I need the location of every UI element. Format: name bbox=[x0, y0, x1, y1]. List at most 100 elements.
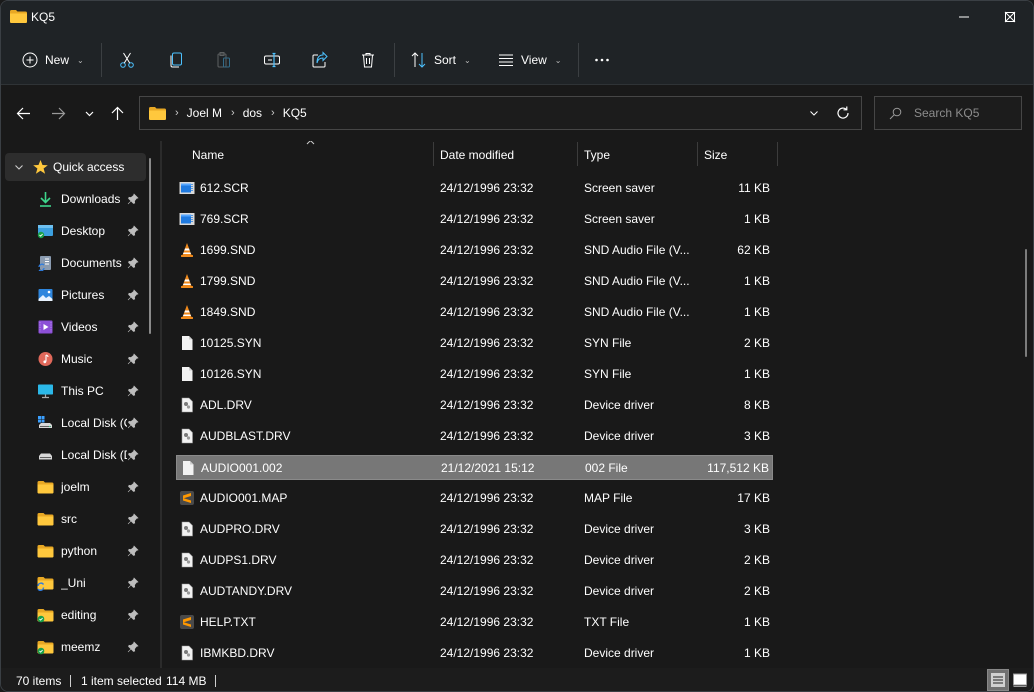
driver-file-icon bbox=[179, 521, 195, 537]
chevron-down-icon: ⌄ bbox=[554, 55, 562, 65]
sort-button[interactable]: Sort ⌄ bbox=[410, 46, 471, 74]
paste-button[interactable] bbox=[215, 46, 233, 74]
folder-icon bbox=[37, 513, 54, 526]
large-icons-view-button[interactable] bbox=[1009, 669, 1031, 691]
pin-icon[interactable] bbox=[127, 225, 139, 237]
pin-icon[interactable] bbox=[127, 193, 139, 205]
file-row[interactable]: 1699.SND 24/12/1996 23:32 SND Audio File (… bbox=[176, 238, 773, 263]
sidebar-item-label: python bbox=[61, 544, 98, 558]
sidebar-item-downloads[interactable]: Downloads bbox=[5, 185, 146, 213]
sidebar-scrollbar[interactable] bbox=[149, 158, 151, 334]
pin-icon[interactable] bbox=[127, 321, 139, 333]
sidebar-item-python[interactable]: python bbox=[5, 537, 146, 565]
pictures-icon bbox=[38, 289, 53, 301]
sidebar-item-pictures[interactable]: Pictures bbox=[5, 281, 146, 309]
minimize-button[interactable] bbox=[941, 1, 987, 33]
rename-button[interactable] bbox=[263, 46, 281, 74]
up-button[interactable] bbox=[106, 102, 128, 124]
file-row[interactable]: AUDIO001.MAP 24/12/1996 23:32 MAP File 17 K… bbox=[176, 486, 773, 511]
file-row[interactable]: 1799.SND 24/12/1996 23:32 SND Audio File (… bbox=[176, 269, 773, 294]
details-view-button[interactable] bbox=[987, 669, 1009, 691]
sidebar-item-local-disk-d[interactable]: Local Disk (D:) bbox=[5, 441, 146, 469]
breadcrumb-separator-icon[interactable]: › bbox=[231, 107, 235, 119]
column-header-type[interactable]: Type bbox=[578, 141, 697, 167]
file-size: 1 KB bbox=[743, 615, 770, 629]
recent-locations-button[interactable] bbox=[78, 102, 100, 124]
address-bar[interactable]: › Joel M › dos › KQ5 bbox=[139, 96, 862, 130]
sidebar-item-quick-access[interactable]: Quick access bbox=[5, 153, 146, 181]
file-row[interactable]: AUDTANDY.DRV 24/12/1996 23:32 Device drive… bbox=[176, 579, 773, 604]
file-row[interactable]: 10126.SYN 24/12/1996 23:32 SYN File 1 KB bbox=[176, 362, 773, 387]
forward-button[interactable] bbox=[47, 102, 69, 124]
sidebar-item-documents[interactable]: Documents bbox=[5, 249, 146, 277]
sidebar-item-src[interactable]: src bbox=[5, 505, 146, 533]
file-row[interactable]: AUDPRO.DRV 24/12/1996 23:32 Device driver 3… bbox=[176, 517, 773, 542]
pin-icon[interactable] bbox=[127, 289, 139, 301]
file-row[interactable]: 769.SCR 24/12/1996 23:32 Screen saver 1 KB bbox=[176, 207, 773, 232]
sidebar-item-joelm[interactable]: joelm bbox=[5, 473, 146, 501]
rename-icon bbox=[264, 52, 280, 68]
column-header-date-modified[interactable]: Date modified bbox=[434, 141, 577, 167]
breadcrumb-separator-icon[interactable]: › bbox=[271, 107, 275, 119]
chevron-down-icon[interactable] bbox=[13, 161, 25, 173]
new-button[interactable]: New ⌄ bbox=[21, 46, 84, 74]
pin-icon[interactable] bbox=[127, 545, 139, 557]
address-history-chevron-icon[interactable] bbox=[807, 106, 821, 120]
sidebar-item-music[interactable]: Music bbox=[5, 345, 146, 373]
column-header-name[interactable]: Name bbox=[163, 141, 433, 167]
pin-icon[interactable] bbox=[127, 641, 139, 653]
view-button[interactable]: View ⌄ bbox=[497, 46, 562, 74]
file-row[interactable]: 612.SCR 24/12/1996 23:32 Screen saver 11 KB bbox=[176, 176, 773, 201]
sidebar-item-desktop[interactable]: Desktop bbox=[5, 217, 146, 245]
breadcrumb-item[interactable]: KQ5 bbox=[283, 106, 307, 120]
file-row[interactable]: 1849.SND 24/12/1996 23:32 SND Audio File (… bbox=[176, 300, 773, 325]
sidebar-item-local-disk-c[interactable]: Local Disk (C:) bbox=[5, 409, 146, 437]
pin-icon[interactable] bbox=[127, 385, 139, 397]
file-row[interactable]: ADL.DRV 24/12/1996 23:32 Device driver 8 KB bbox=[176, 393, 773, 418]
more-options-button[interactable] bbox=[593, 46, 611, 74]
close-icon bbox=[1004, 11, 1016, 23]
pin-icon[interactable] bbox=[127, 353, 139, 365]
file-row[interactable]: IBMKBD.DRV 24/12/1996 23:32 Device driver 1… bbox=[176, 641, 773, 666]
file-row[interactable]: HELP.TXT 24/12/1996 23:32 TXT File 1 KB bbox=[176, 610, 773, 635]
file-date-modified: 24/12/1996 23:32 bbox=[440, 367, 534, 381]
breadcrumb-separator-icon[interactable]: › bbox=[175, 107, 179, 119]
column-header-size[interactable]: Size bbox=[698, 141, 777, 167]
pin-icon[interactable] bbox=[127, 481, 139, 493]
search-input[interactable] bbox=[914, 106, 1014, 120]
details-view-icon bbox=[991, 673, 1005, 687]
pin-icon[interactable] bbox=[127, 609, 139, 621]
sidebar-item-editing[interactable]: editing bbox=[5, 601, 146, 629]
column-divider[interactable] bbox=[777, 142, 778, 166]
file-list-scrollbar[interactable] bbox=[1025, 249, 1027, 357]
plus-circle-icon bbox=[22, 52, 38, 68]
file-row[interactable]: AUDIO001.002 21/12/2021 15:12 002 File 117,… bbox=[176, 455, 773, 480]
search-box[interactable] bbox=[874, 96, 1022, 130]
share-button[interactable] bbox=[311, 46, 329, 74]
breadcrumb-item[interactable]: dos bbox=[243, 106, 262, 120]
close-button[interactable] bbox=[987, 1, 1033, 33]
file-row[interactable]: 10125.SYN 24/12/1996 23:32 SYN File 2 KB bbox=[176, 331, 773, 356]
file-date-modified: 21/12/2021 15:12 bbox=[441, 461, 535, 475]
sidebar-item-this-pc[interactable]: This PC bbox=[5, 377, 146, 405]
file-row[interactable]: AUDBLAST.DRV 24/12/1996 23:32 Device drive… bbox=[176, 424, 773, 449]
sidebar-item-videos[interactable]: Videos bbox=[5, 313, 146, 341]
file-row[interactable]: AUDPS1.DRV 24/12/1996 23:32 Device driver 2… bbox=[176, 548, 773, 573]
file-type: SND Audio File (V... bbox=[584, 305, 690, 319]
back-button[interactable] bbox=[12, 102, 34, 124]
cut-button[interactable] bbox=[118, 46, 136, 74]
sidebar-item-uni[interactable]: _Uni bbox=[5, 569, 146, 597]
pin-icon[interactable] bbox=[127, 449, 139, 461]
sidebar-item-meemz[interactable]: meemz bbox=[5, 633, 146, 661]
pane-splitter[interactable] bbox=[160, 141, 162, 668]
file-type: Device driver bbox=[584, 429, 655, 443]
copy-button[interactable] bbox=[167, 46, 185, 74]
breadcrumb-item[interactable]: Joel M bbox=[187, 106, 222, 120]
delete-button[interactable] bbox=[359, 46, 377, 74]
pin-icon[interactable] bbox=[127, 257, 139, 269]
refresh-icon[interactable] bbox=[835, 105, 851, 121]
pin-icon[interactable] bbox=[127, 577, 139, 589]
file-date-modified: 24/12/1996 23:32 bbox=[440, 522, 534, 536]
pin-icon[interactable] bbox=[127, 417, 139, 429]
pin-icon[interactable] bbox=[127, 513, 139, 525]
